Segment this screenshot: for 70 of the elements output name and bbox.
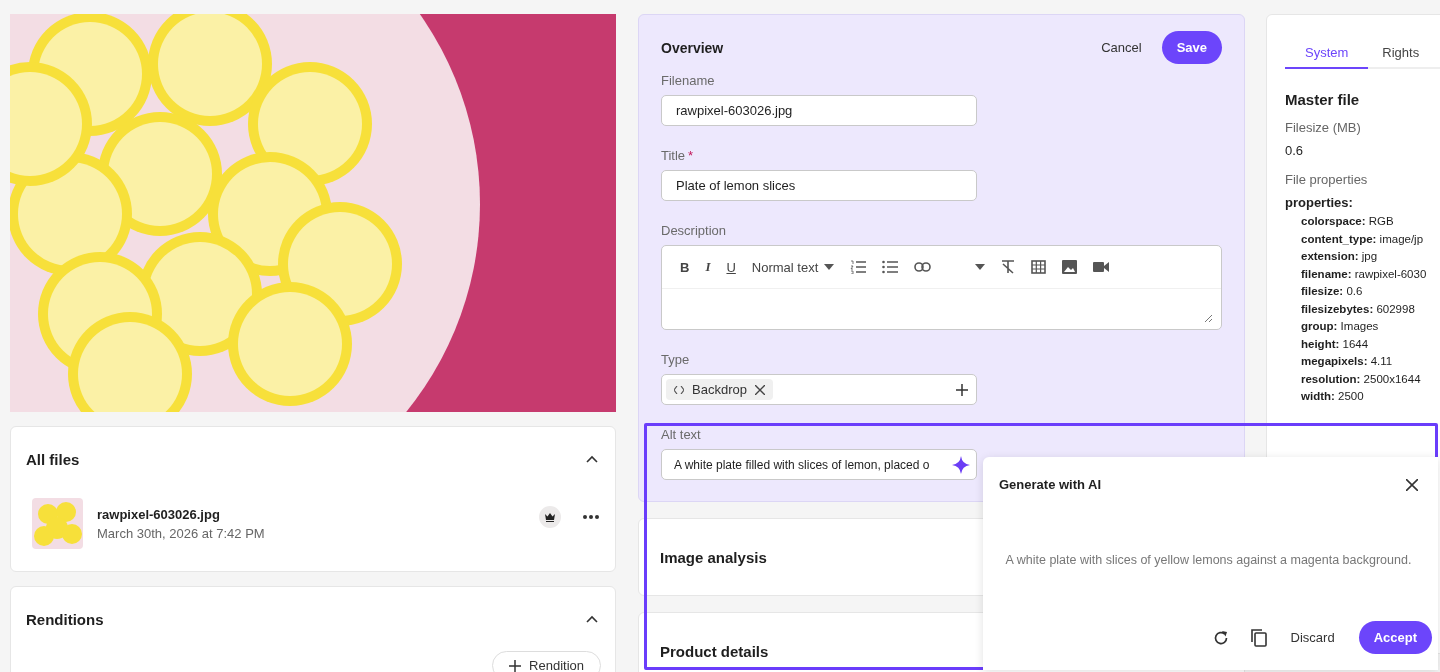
description-editor[interactable]: B I U Normal text [661, 245, 1222, 330]
section-title: Overview [661, 39, 725, 56]
sparkle-icon[interactable] [952, 455, 970, 474]
file-date: March 30th, 2026 at 7:42 PM [97, 525, 266, 541]
type-field[interactable]: Backdrop [661, 374, 977, 405]
panel-heading: Master file [1285, 91, 1361, 108]
field-label: Title [661, 148, 686, 163]
discard-button[interactable]: Discard [1282, 624, 1343, 651]
chevron-up-icon[interactable] [585, 453, 599, 465]
card-title: All files [26, 450, 80, 468]
tab[interactable]: System [1285, 41, 1369, 69]
type-tag[interactable]: Backdrop [666, 379, 773, 400]
card-title: Renditions [26, 610, 104, 628]
filename-field[interactable]: rawpixel-603026.jpg [661, 95, 977, 126]
accept-button[interactable]: Accept [1358, 621, 1432, 654]
property-line: content_type: image/jp [1301, 231, 1425, 247]
underline-button[interactable]: U [726, 259, 736, 275]
text-style-dropdown[interactable]: Normal text [751, 259, 835, 275]
property-line: megapixels: 4.11 [1301, 354, 1394, 369]
card-title: Product details [660, 642, 769, 660]
property-line: filename: rawpixel-6030 [1301, 266, 1428, 282]
field-label: File properties [1285, 172, 1369, 187]
copy-icon[interactable] [1250, 628, 1267, 647]
field-value: 0.6 [1285, 143, 1305, 158]
code-icon [674, 385, 684, 394]
file-name: rawpixel-603026.jpg [97, 506, 221, 522]
property-line: resolution: 2500x1644 [1301, 371, 1422, 387]
property-line: extension: jpg [1301, 249, 1379, 264]
chevron-up-icon[interactable] [585, 613, 599, 625]
card-title: Image analysis [660, 548, 767, 566]
caret-icon [824, 264, 835, 270]
title-field[interactable]: Plate of lemon slices [661, 170, 977, 201]
field-label: Alt text [661, 427, 701, 442]
plus-icon [509, 659, 522, 672]
video-camera-icon[interactable] [1093, 261, 1110, 273]
table-icon[interactable] [1031, 260, 1047, 274]
image-icon[interactable] [1062, 260, 1078, 274]
bullet-list-icon[interactable] [882, 260, 899, 274]
property-line: filesize: 0.6 [1301, 284, 1364, 299]
bold-button[interactable]: B [680, 259, 690, 275]
add-rendition-button[interactable]: Rendition [492, 651, 601, 672]
plus-icon[interactable] [956, 383, 968, 396]
thumbnail-placeholder [32, 498, 83, 549]
property-line: width: 2500 [1301, 389, 1365, 404]
close-icon[interactable] [1406, 478, 1418, 491]
popup-title: Generate with AI [999, 477, 1102, 492]
suggestion-text: A white plate with slices of yellow lemons against a magenta background. [1004, 551, 1413, 569]
italic-button[interactable]: I [705, 259, 711, 275]
remove-icon[interactable] [754, 384, 765, 395]
clear-format-icon[interactable] [1001, 260, 1016, 274]
field-label: Type [661, 352, 690, 367]
field-label: Filename [661, 73, 715, 88]
link-icon[interactable] [914, 262, 932, 272]
property-line: group: Images [1301, 319, 1380, 334]
property-line: height: 1644 [1301, 336, 1370, 352]
property-key: properties: [1285, 195, 1440, 210]
property-line: colorspace: RGB [1301, 214, 1395, 229]
crown-icon[interactable] [539, 506, 561, 528]
save-button[interactable]: Save [1161, 31, 1222, 64]
required-mark: * [688, 148, 694, 163]
refresh-icon[interactable] [1212, 629, 1229, 646]
alt-text-field[interactable]: A white plate filled with slices of lemon, placed o [661, 449, 977, 480]
cancel-button[interactable]: Cancel [1093, 34, 1150, 61]
numbered-list-icon[interactable] [850, 260, 867, 274]
tab[interactable]: Rights [1368, 41, 1434, 67]
more-icon[interactable] [583, 515, 599, 519]
property-line: filesizebytes: 602998 [1301, 301, 1416, 317]
field-label: Description [661, 223, 727, 238]
caret-icon[interactable] [975, 264, 986, 270]
field-label: Filesize (MB) [1285, 120, 1362, 135]
